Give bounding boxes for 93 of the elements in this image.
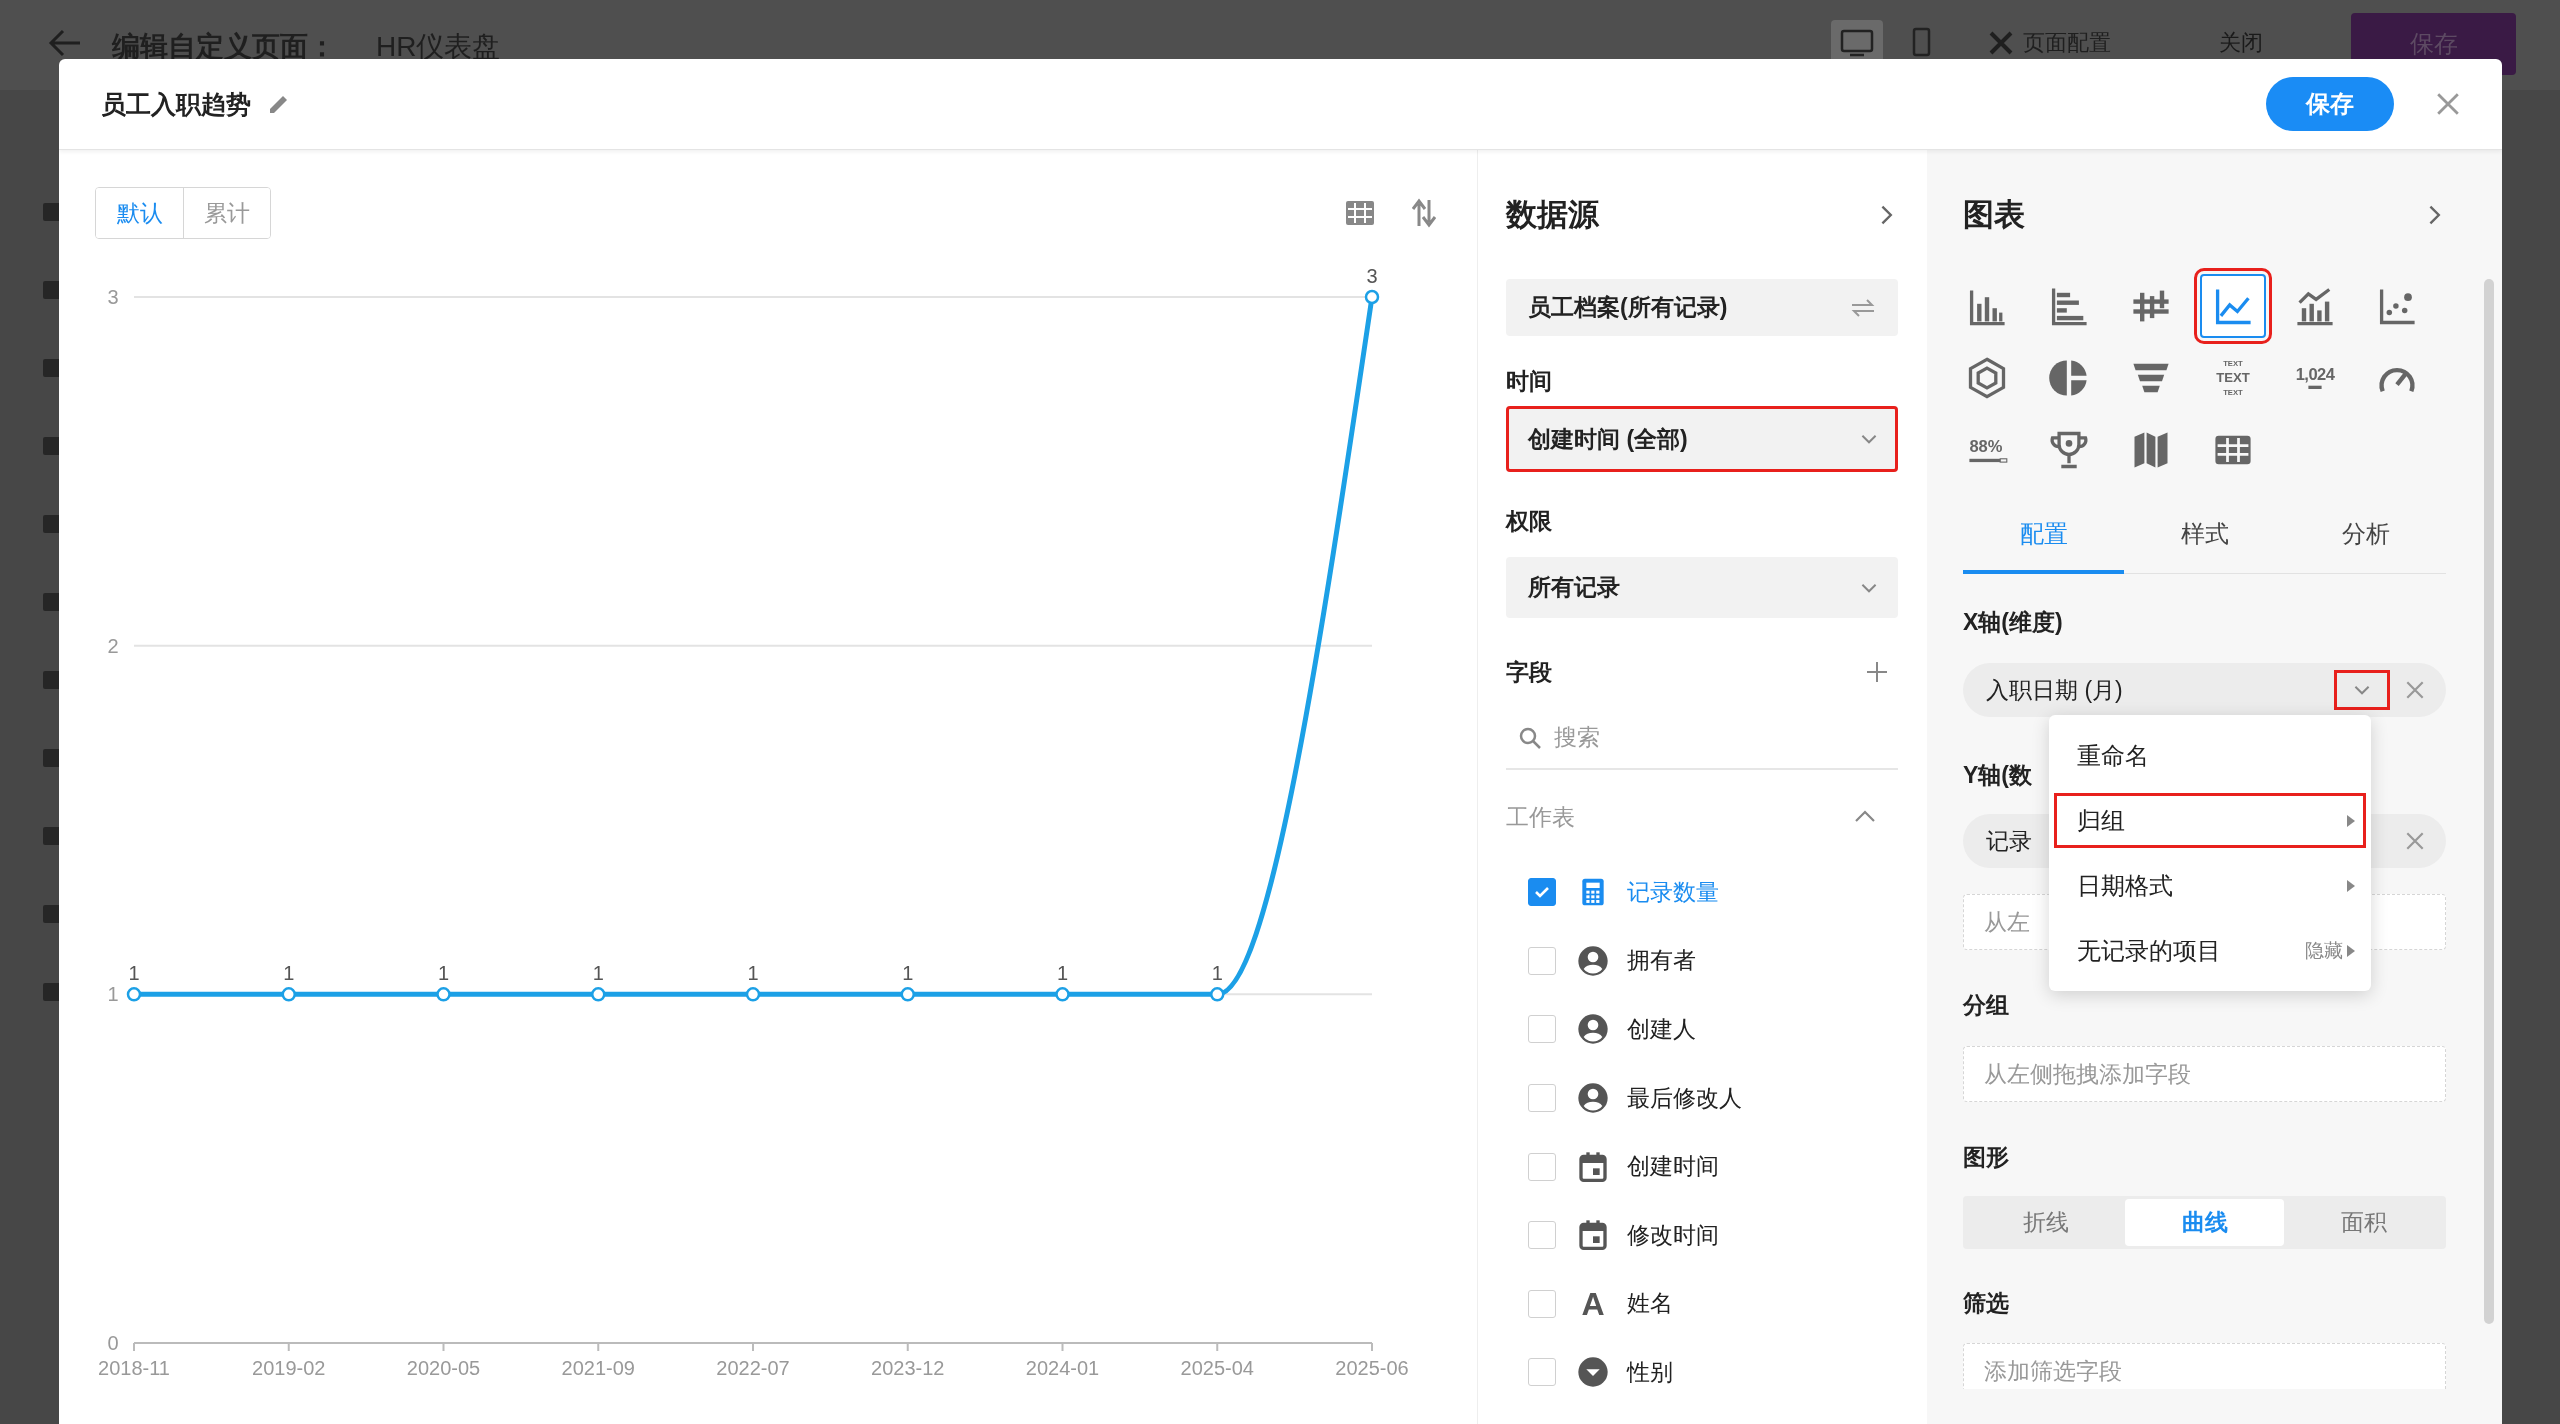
- axis-label: 2023-12: [871, 1357, 945, 1379]
- checkbox[interactable]: [1528, 1015, 1556, 1044]
- axis-label: 1: [107, 983, 119, 1006]
- axis-label: 2020-05: [406, 1357, 481, 1379]
- data-point: [900, 987, 915, 1002]
- dialog-title: 员工入职趋势: [101, 88, 251, 120]
- shape-option[interactable]: 面积: [2284, 1199, 2443, 1246]
- field-label: 图形: [1963, 1143, 2010, 1172]
- checkbox[interactable]: [1528, 1084, 1556, 1113]
- axis-label: 2024-01: [1025, 1357, 1100, 1379]
- data-point: [1055, 987, 1070, 1002]
- field-name[interactable]: 最后修改人: [1627, 1082, 1742, 1114]
- field-name[interactable]: 记录数量: [1627, 876, 1719, 908]
- text-type-icon: A: [1577, 1287, 1609, 1320]
- permission-dropdown[interactable]: 所有记录: [1506, 557, 1898, 618]
- add-icon[interactable]: [1866, 661, 1888, 683]
- data-point: [436, 987, 451, 1002]
- chart-type-button[interactable]: TEXT TEXT TEXT: [2197, 342, 2269, 414]
- axis-label: 2021-09: [561, 1357, 635, 1379]
- calendar-icon: [1577, 1150, 1609, 1183]
- field-label: 权限: [1506, 507, 1553, 536]
- checkbox[interactable]: [1528, 1358, 1556, 1387]
- axis-field-chip[interactable]: 入职日期 (月): [1963, 663, 2446, 717]
- field-label: 时间: [1506, 367, 1553, 396]
- checkbox[interactable]: [1528, 1289, 1556, 1318]
- sort-icon[interactable]: [1411, 198, 1437, 228]
- data-point: [591, 987, 606, 1002]
- axis-label: 2022-07: [716, 1357, 790, 1379]
- data-label: 1: [902, 962, 914, 985]
- field-name[interactable]: 创建人: [1627, 1014, 1696, 1045]
- field-name[interactable]: 修改时间: [1627, 1219, 1719, 1251]
- source-selector[interactable]: 员工档案(所有记录): [1506, 279, 1898, 336]
- data-point: [1364, 289, 1380, 305]
- axis-label: 3: [107, 286, 119, 308]
- shape-option[interactable]: 折线: [1966, 1199, 2125, 1246]
- user-icon: [1577, 1013, 1609, 1046]
- dropdown-icon: [1577, 1356, 1609, 1389]
- field-name[interactable]: 创建时间: [1627, 1151, 1719, 1183]
- search-icon: [1518, 725, 1542, 750]
- menu-item[interactable]: 归组: [2049, 788, 2371, 853]
- checkbox[interactable]: [1528, 1152, 1556, 1181]
- data-label: 1: [437, 962, 450, 985]
- data-label: 1: [1056, 962, 1069, 985]
- data-label: 3: [1366, 265, 1378, 287]
- field-label: Y轴(数: [1963, 761, 2033, 790]
- axis-label: 2019-02: [252, 1357, 326, 1379]
- monitor-icon: [1840, 27, 1874, 57]
- data-point: [281, 987, 296, 1002]
- field-label: 字段: [1506, 658, 1552, 687]
- data-label: 1: [1211, 962, 1223, 985]
- user-icon: [1577, 1082, 1609, 1115]
- data-point: [745, 987, 761, 1002]
- tab[interactable]: 样式: [2124, 497, 2285, 574]
- field-name[interactable]: 性别: [1627, 1356, 1673, 1388]
- user-icon: [1577, 944, 1609, 977]
- swap-icon[interactable]: [1850, 297, 1876, 318]
- field-label: X轴(维度): [1963, 608, 2064, 637]
- time-dropdown[interactable]: 创建时间 (全部): [1506, 406, 1898, 472]
- checkbox[interactable]: [1528, 946, 1556, 975]
- dropdown-button[interactable]: [2334, 670, 2390, 710]
- menu-item[interactable]: 无记录的项目 隐藏: [2049, 918, 2371, 983]
- filter-field[interactable]: 添加筛选字段: [1963, 1343, 2446, 1389]
- data-point: [1210, 987, 1225, 1002]
- axis-label: 0: [107, 1332, 119, 1354]
- data-label: 1: [592, 962, 604, 985]
- checkbox[interactable]: [1528, 1221, 1556, 1250]
- axis-label: 2018-11: [98, 1357, 170, 1379]
- checkbox[interactable]: [1528, 878, 1556, 907]
- table-icon[interactable]: [1345, 200, 1375, 226]
- data-label: 1: [283, 962, 295, 985]
- tab[interactable]: 分析: [2285, 497, 2446, 574]
- chart-type-button[interactable]: 88%: [1951, 414, 2023, 486]
- menu-item-value: 隐藏: [2305, 938, 2343, 963]
- menu-item[interactable]: 日期格式: [2049, 853, 2371, 918]
- data-point: [126, 987, 142, 1002]
- scrollbar[interactable]: [2484, 279, 2494, 1324]
- drop-field[interactable]: 从左侧拖拽添加字段: [1963, 1046, 2446, 1102]
- data-label: 1: [747, 962, 759, 985]
- field-label: 分组: [1963, 991, 2010, 1020]
- calendar-icon: [1577, 1219, 1609, 1252]
- axis-label: 2025-04: [1180, 1357, 1254, 1379]
- field-label: 筛选: [1963, 1289, 2010, 1318]
- search-field[interactable]: 搜索: [1554, 724, 1854, 751]
- text-chart-icon: TEXT TEXT TEXT: [2211, 356, 2255, 400]
- field-name[interactable]: 拥有者: [1627, 945, 1696, 977]
- chart-type-button[interactable]: 1,024: [2279, 342, 2351, 414]
- axis-label: 2025-06: [1335, 1357, 1409, 1379]
- panel-title: 数据源: [1506, 196, 1599, 234]
- menu-item[interactable]: 重命名: [2049, 723, 2371, 788]
- field-name[interactable]: 姓名: [1627, 1288, 1673, 1320]
- data-label: 1: [128, 962, 140, 985]
- panel-title: 图表: [1963, 196, 2025, 234]
- axis-label: 2: [107, 634, 119, 657]
